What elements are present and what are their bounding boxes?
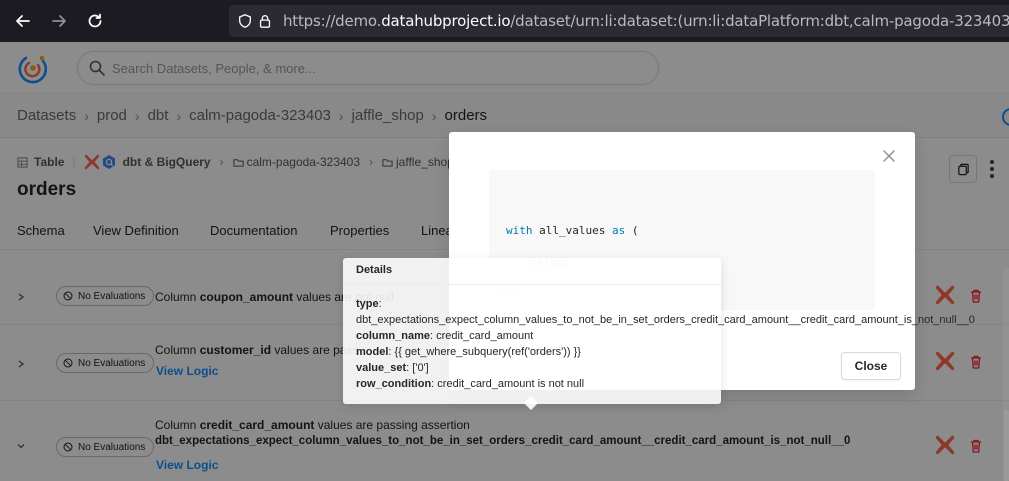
detail-key: value_set (356, 362, 407, 374)
detail-key: column_name (356, 330, 430, 342)
detail-key: row_condition (356, 378, 432, 390)
code-punct: ( (625, 224, 639, 237)
detail-key: model (356, 346, 389, 358)
detail-type-value: dbt_expectations_expect_column_values_to… (356, 314, 975, 326)
detail-model: model: {{ get_where_subquery(ref('orders… (356, 346, 581, 358)
code-keyword: with (506, 224, 533, 237)
detail-type-key: type: (356, 298, 382, 310)
reload-icon (88, 13, 102, 28)
detail-key: type (356, 298, 379, 310)
code-keyword: as (611, 224, 626, 237)
detail-column-name: column_name: credit_card_amount (356, 330, 534, 342)
popover-title: Details (356, 264, 393, 276)
url-path: /dataset/urn:li:dataset:(urn:li:dataPlat… (510, 12, 1009, 30)
lock-icon[interactable] (257, 12, 273, 30)
url-text[interactable]: https://demo.datahubproject.io/dataset/u… (283, 12, 1009, 30)
forward-button[interactable] (41, 0, 77, 42)
code-identifier: all_values (532, 224, 612, 237)
detail-row-condition: row_condition: credit_card_amount is not… (356, 378, 585, 390)
back-button[interactable] (5, 0, 41, 42)
close-button[interactable]: Close (841, 352, 901, 380)
arrow-right-icon (52, 15, 66, 27)
code-line: with all_values as ( (506, 224, 638, 237)
shield-icon[interactable] (237, 12, 253, 30)
scrollbar-thumb[interactable] (1004, 410, 1009, 481)
detail-value: credit_card_amount (436, 330, 534, 342)
detail-value: credit_card_amount is not null (437, 378, 585, 390)
arrow-left-icon (16, 15, 30, 27)
detail-value: {{ get_where_subquery(ref('orders')) }} (394, 346, 581, 358)
url-bar[interactable]: https://demo.datahubproject.io/dataset/u… (229, 5, 1009, 37)
detail-value-set: value_set: ['0'] (356, 362, 429, 374)
reload-button[interactable] (77, 0, 113, 42)
browser-toolbar: https://demo.datahubproject.io/dataset/u… (0, 0, 1009, 42)
close-icon[interactable] (882, 149, 896, 163)
detail-value: ['0'] (412, 362, 429, 374)
url-prefix: https://demo. (283, 12, 382, 30)
details-popover: Details type: dbt_expectations_expect_co… (343, 258, 975, 411)
url-host: datahubproject.io (381, 12, 511, 30)
divider (343, 284, 721, 285)
